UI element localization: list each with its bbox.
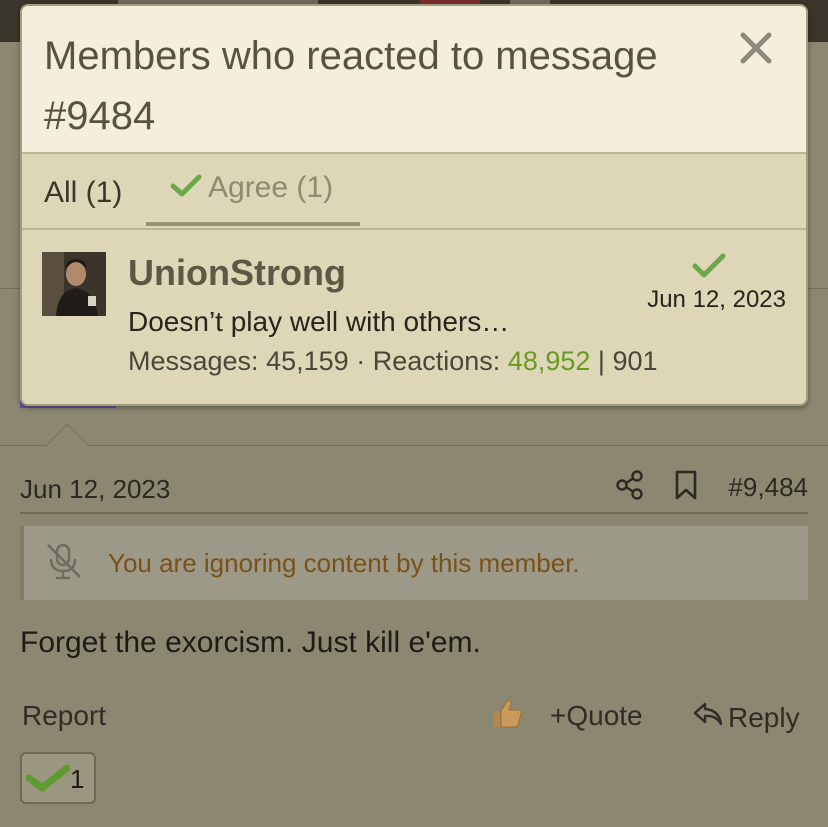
tab-all[interactable]: All (1) <box>44 176 122 210</box>
reply-icon <box>692 700 724 735</box>
member-stats: Messages: 45,159 · Reactions: 48,952 | 9… <box>128 346 658 377</box>
member-username[interactable]: UnionStrong <box>128 252 346 294</box>
post-body: Forget the exorcism. Just kill e'em. <box>20 626 481 659</box>
share-icon[interactable] <box>616 470 644 505</box>
thumbs-up-icon[interactable] <box>490 696 524 735</box>
reaction-count: 1 <box>70 764 85 794</box>
member-list-item: UnionStrong Doesn’t play well with other… <box>22 230 806 404</box>
ignore-notice-text[interactable]: You are ignoring content by this member. <box>108 548 580 579</box>
post-divider <box>0 445 828 446</box>
post-actions: Report +Quote Reply <box>0 696 828 740</box>
messages-count: 45,159 <box>266 346 349 376</box>
check-icon <box>170 173 202 204</box>
report-link[interactable]: Report <box>22 700 106 732</box>
modal-title: Members who reacted to message #9484 <box>44 34 658 138</box>
tab-agree[interactable]: Agree (1) <box>146 154 360 226</box>
reactions-label: Reactions: <box>372 346 501 376</box>
post-number-link[interactable]: #9,484 <box>728 472 808 503</box>
reply-label: Reply <box>728 701 800 733</box>
ignore-notice: You are ignoring content by this member. <box>20 526 808 600</box>
reactions-other-count: 901 <box>612 346 658 376</box>
reactions-modal: Members who reacted to message #9484 All… <box>20 4 808 406</box>
close-icon[interactable] <box>738 30 774 66</box>
modal-header: Members who reacted to message #9484 <box>22 6 806 154</box>
tab-agree-label: Agree (1) <box>208 171 334 204</box>
stats-pipe: | <box>597 346 605 376</box>
reaction-date: Jun 12, 2023 <box>647 286 786 313</box>
avatar[interactable] <box>42 252 106 316</box>
reaction-summary-chip[interactable]: 1 <box>20 752 96 804</box>
messages-label: Messages: <box>128 346 259 376</box>
bookmark-icon[interactable] <box>674 470 698 505</box>
mic-muted-icon <box>44 541 84 586</box>
post-tools: #9,484 <box>616 470 808 505</box>
post-header-rule <box>20 512 808 514</box>
member-title: Doesn’t play well with others… <box>128 306 510 337</box>
reactions-positive-count: 48,952 <box>507 346 591 376</box>
check-icon <box>25 764 71 799</box>
quote-button[interactable]: +Quote <box>550 700 643 732</box>
check-icon <box>692 252 726 285</box>
reply-button[interactable]: Reply <box>692 700 800 735</box>
reaction-tabs: All (1) Agree (1) <box>22 154 806 230</box>
post-date[interactable]: Jun 12, 2023 <box>20 474 170 505</box>
stats-separator: · <box>356 346 366 376</box>
